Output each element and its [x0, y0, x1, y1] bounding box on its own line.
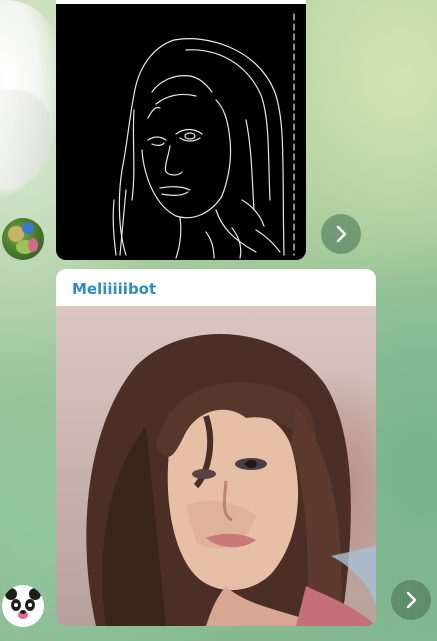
- bot-message-bubble[interactable]: Meliiiiibot: [56, 269, 376, 626]
- user-avatar[interactable]: [2, 218, 44, 260]
- background-flower-petal: [0, 90, 50, 190]
- avatar-detail: [28, 238, 38, 252]
- sender-name[interactable]: Meliiiiibot: [72, 280, 156, 298]
- chevron-right-icon: [406, 591, 417, 609]
- portrait-illustration: [86, 333, 376, 626]
- chevron-right-icon: [336, 225, 347, 243]
- forward-button[interactable]: [321, 214, 361, 254]
- panda-icon: [2, 585, 44, 627]
- edge-lines-drawing: [112, 13, 295, 259]
- avatar-detail: [22, 222, 34, 234]
- forward-button[interactable]: [391, 580, 431, 620]
- bot-avatar[interactable]: [2, 585, 44, 627]
- edge-detected-photo[interactable]: [56, 0, 306, 260]
- generated-photo[interactable]: [56, 306, 376, 626]
